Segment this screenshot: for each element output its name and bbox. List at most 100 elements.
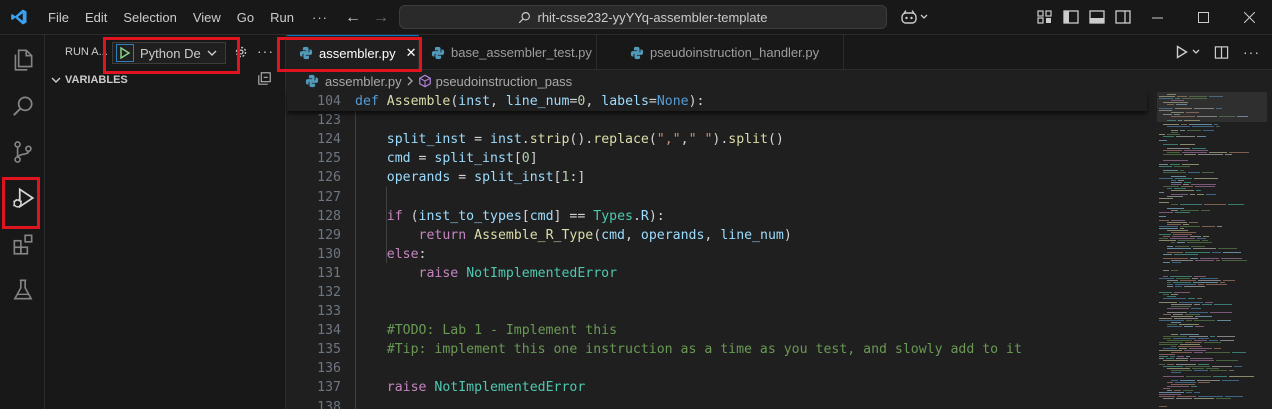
run-debug-highlight-box <box>2 177 40 229</box>
line-number: 128 <box>317 208 341 224</box>
play-icon <box>1176 45 1188 59</box>
testing-button[interactable] <box>0 267 45 313</box>
source-control-button[interactable] <box>0 129 45 175</box>
python-file-icon <box>630 46 644 59</box>
source-control-icon <box>13 141 32 163</box>
back-arrow-icon[interactable]: ← <box>345 9 361 27</box>
search-icon <box>12 96 33 116</box>
line-number: 124 <box>317 132 341 148</box>
testing-icon <box>13 279 32 300</box>
run-config-highlight-box <box>103 37 240 74</box>
split-editor-icon[interactable] <box>1214 45 1229 60</box>
command-center-search[interactable]: rhit-csse232-yyYYq-assembler-template <box>399 5 887 29</box>
window-controls <box>1134 0 1272 35</box>
toggle-sidebar-icon[interactable] <box>1063 9 1079 25</box>
title-bar: File Edit Selection View Go Run ··· ← → … <box>0 0 1272 35</box>
customize-layout-icon[interactable] <box>1037 9 1053 25</box>
line-number: 129 <box>317 227 341 243</box>
symbol-method-icon <box>418 74 431 88</box>
line-number: 125 <box>317 151 341 167</box>
sidebar-title: RUN A... <box>65 46 108 58</box>
copilot-button[interactable] <box>900 9 928 25</box>
maximize-icon[interactable] <box>1180 0 1226 35</box>
code-line[interactable]: 128 if (inst_to_types[cmd] == Types.R): <box>287 207 1147 226</box>
menu-edit[interactable]: Edit <box>77 10 115 25</box>
code-line[interactable]: 136 <box>287 359 1147 378</box>
code-line[interactable]: 130 else: <box>287 245 1147 264</box>
tab-label: pseudoinstruction_handler.py <box>650 45 820 60</box>
code-line[interactable]: 133 <box>287 302 1147 321</box>
code-line[interactable]: 134 #TODO: Lab 1 - Implement this <box>287 321 1147 340</box>
extensions-icon <box>13 234 32 255</box>
line-number: 135 <box>317 342 341 358</box>
line-number: 133 <box>317 304 341 320</box>
breadcrumb-file[interactable]: assembler.py <box>325 74 402 89</box>
breadcrumb-symbol[interactable]: pseudoinstruction_pass <box>436 74 573 89</box>
editor-area: assembler.py ✕ base_assembler_test.py ps… <box>277 35 1272 409</box>
editor-tabs: assembler.py ✕ base_assembler_test.py ps… <box>287 35 1272 70</box>
menu-run[interactable]: Run <box>262 10 302 25</box>
indent-guide <box>386 187 387 263</box>
line-number: 138 <box>317 399 341 409</box>
line-number: 132 <box>317 284 341 300</box>
explorer-icon <box>14 49 32 71</box>
sticky-scroll-line[interactable]: 104 def Assemble(inst, line_num=0, label… <box>287 92 1147 112</box>
code-editor[interactable]: 104 def Assemble(inst, line_num=0, label… <box>287 92 1147 409</box>
line-number: 130 <box>317 246 341 262</box>
line-number: 136 <box>317 361 341 377</box>
chevron-down-icon <box>920 14 928 19</box>
copilot-icon <box>901 10 917 24</box>
explorer-button[interactable] <box>0 37 45 83</box>
line-number: 134 <box>317 323 341 339</box>
chevron-down-icon <box>51 77 61 83</box>
close-icon[interactable] <box>1226 0 1272 35</box>
code-line[interactable]: 124 split_inst = inst.strip().replace(",… <box>287 130 1147 149</box>
menu-view[interactable]: View <box>185 10 229 25</box>
line-number: 123 <box>317 113 341 129</box>
forward-arrow-icon[interactable]: → <box>373 9 389 27</box>
minimap[interactable] <box>1157 92 1267 409</box>
toggle-panel-icon[interactable] <box>1089 9 1105 25</box>
variables-section-title: VARIABLES <box>65 74 128 86</box>
tab-label: base_assembler_test.py <box>451 45 592 60</box>
code-line[interactable]: 132 <box>287 283 1147 302</box>
more-actions-icon[interactable]: ··· <box>1243 44 1260 60</box>
tab-pseudoinstruction-handler-py[interactable]: pseudoinstruction_handler.py <box>618 35 844 70</box>
collapse-all-icon[interactable] <box>258 72 271 85</box>
sidebar-run-and-debug: RUN A... Python De ··· VARIABLES <box>45 35 286 409</box>
menu-file[interactable]: File <box>40 10 77 25</box>
code-line[interactable]: 138 <box>287 398 1147 409</box>
minimap-slider[interactable] <box>1157 92 1267 122</box>
toggle-secondary-sidebar-icon[interactable] <box>1115 9 1131 25</box>
line-number: 104 <box>317 94 341 110</box>
minimize-icon[interactable] <box>1134 0 1180 35</box>
menu-selection[interactable]: Selection <box>115 10 184 25</box>
code-line[interactable]: 127 <box>287 187 1147 206</box>
code-line[interactable]: 126 operands = split_inst[1:] <box>287 168 1147 187</box>
search-button[interactable] <box>0 83 45 129</box>
python-file-icon <box>431 46 445 59</box>
breadcrumb: assembler.py pseudoinstruction_pass <box>287 70 1272 92</box>
more-actions-icon[interactable]: ··· <box>257 43 274 59</box>
code-line[interactable]: 123 <box>287 111 1147 130</box>
tab-base-assembler-test-py[interactable]: base_assembler_test.py <box>419 35 597 70</box>
python-file-icon <box>305 74 319 88</box>
code-line[interactable]: 129 return Assemble_R_Type(cmd, operands… <box>287 226 1147 245</box>
navigation-arrows: ← → <box>345 0 389 35</box>
command-center-label: rhit-csse232-yyYYq-assembler-template <box>537 9 768 25</box>
indent-guide <box>355 111 356 409</box>
code-line[interactable]: 125 cmd = split_inst[0] <box>287 149 1147 168</box>
code-line[interactable]: 137 raise NotImplementedError <box>287 378 1147 397</box>
code-line[interactable]: 135 #Tip: implement this one instruction… <box>287 340 1147 359</box>
editor-actions: ··· <box>1176 44 1260 60</box>
vertical-scrollbar[interactable] <box>1263 92 1272 409</box>
code-line[interactable]: 131 raise NotImplementedError <box>287 264 1147 283</box>
chevron-down-icon <box>1192 49 1200 54</box>
chevron-right-icon <box>407 76 413 86</box>
vscode-logo-icon <box>11 9 27 25</box>
active-tab-highlight-box <box>277 37 422 72</box>
run-python-file-button[interactable] <box>1176 45 1200 59</box>
line-number: 127 <box>317 189 341 205</box>
menu-go[interactable]: Go <box>229 10 262 25</box>
menu-more[interactable]: ··· <box>302 10 338 25</box>
